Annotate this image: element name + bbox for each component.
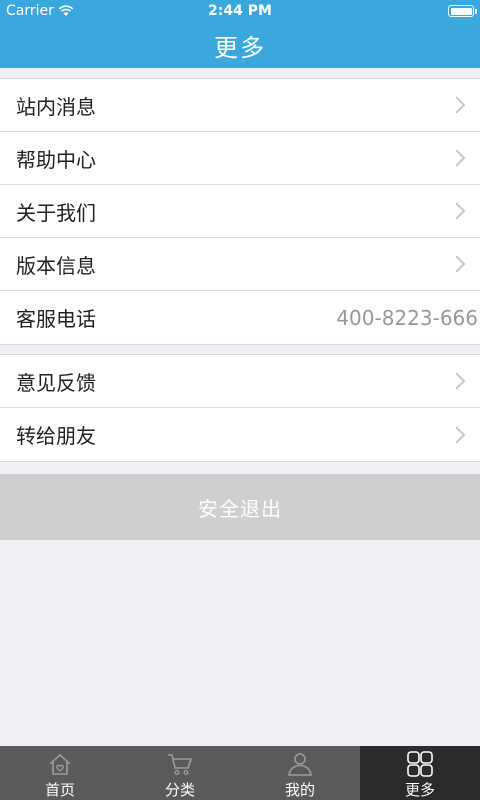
chevron-right-icon: [455, 96, 466, 114]
chevron-right-icon: [455, 149, 466, 167]
service-phone-number[interactable]: 400-8223-666: [336, 306, 478, 330]
grid-icon: [407, 751, 433, 777]
menu-item-label: 帮助中心: [16, 147, 96, 172]
chevron-right-icon: [455, 255, 466, 273]
tab-bar: 首页 分类 我的 更多: [0, 746, 480, 800]
page-title: 更多: [214, 34, 266, 62]
menu-group-main: 站内消息 帮助中心 关于我们 版本信息 客服电话 400-8223-666: [0, 78, 480, 345]
menu-item-label: 版本信息: [16, 253, 96, 278]
header-bar: Carrier 2:44 PM 更多: [0, 0, 480, 68]
menu-item-service-phone[interactable]: 客服电话 400-8223-666: [0, 291, 480, 344]
battery-icon: [448, 5, 477, 17]
chevron-right-icon: [455, 425, 466, 444]
status-bar: Carrier 2:44 PM: [0, 0, 480, 22]
menu-item-label: 站内消息: [16, 94, 96, 119]
menu-item-help[interactable]: 帮助中心: [0, 132, 480, 185]
status-time: 2:44 PM: [208, 3, 272, 19]
menu-item-feedback[interactable]: 意见反馈: [0, 355, 480, 408]
tab-home[interactable]: 首页: [0, 746, 120, 800]
menu-item-label: 意见反馈: [16, 370, 96, 395]
tab-category[interactable]: 分类: [120, 746, 240, 800]
chevron-right-icon: [455, 202, 466, 220]
menu-item-label: 关于我们: [16, 200, 96, 225]
menu-item-about[interactable]: 关于我们: [0, 185, 480, 238]
logout-button[interactable]: 安全退出: [0, 474, 480, 540]
person-icon: [288, 753, 312, 776]
tab-label: 我的: [284, 781, 315, 799]
tab-label: 更多: [404, 781, 435, 799]
menu-item-label: 客服电话: [16, 307, 96, 331]
menu-item-share[interactable]: 转给朋友: [0, 408, 480, 461]
tab-label: 分类: [164, 781, 195, 799]
tab-more[interactable]: 更多: [360, 746, 480, 800]
menu-item-version[interactable]: 版本信息: [0, 238, 480, 291]
chevron-right-icon: [455, 372, 466, 390]
menu-item-label: 转给朋友: [16, 424, 96, 448]
menu-group-secondary: 意见反馈 转给朋友: [0, 354, 480, 462]
cart-icon: [168, 754, 193, 776]
tab-mine[interactable]: 我的: [240, 746, 360, 800]
battery-level: [450, 7, 472, 15]
menu-item-messages[interactable]: 站内消息: [0, 79, 480, 132]
tab-label: 首页: [44, 781, 75, 799]
home-icon: [49, 753, 71, 775]
